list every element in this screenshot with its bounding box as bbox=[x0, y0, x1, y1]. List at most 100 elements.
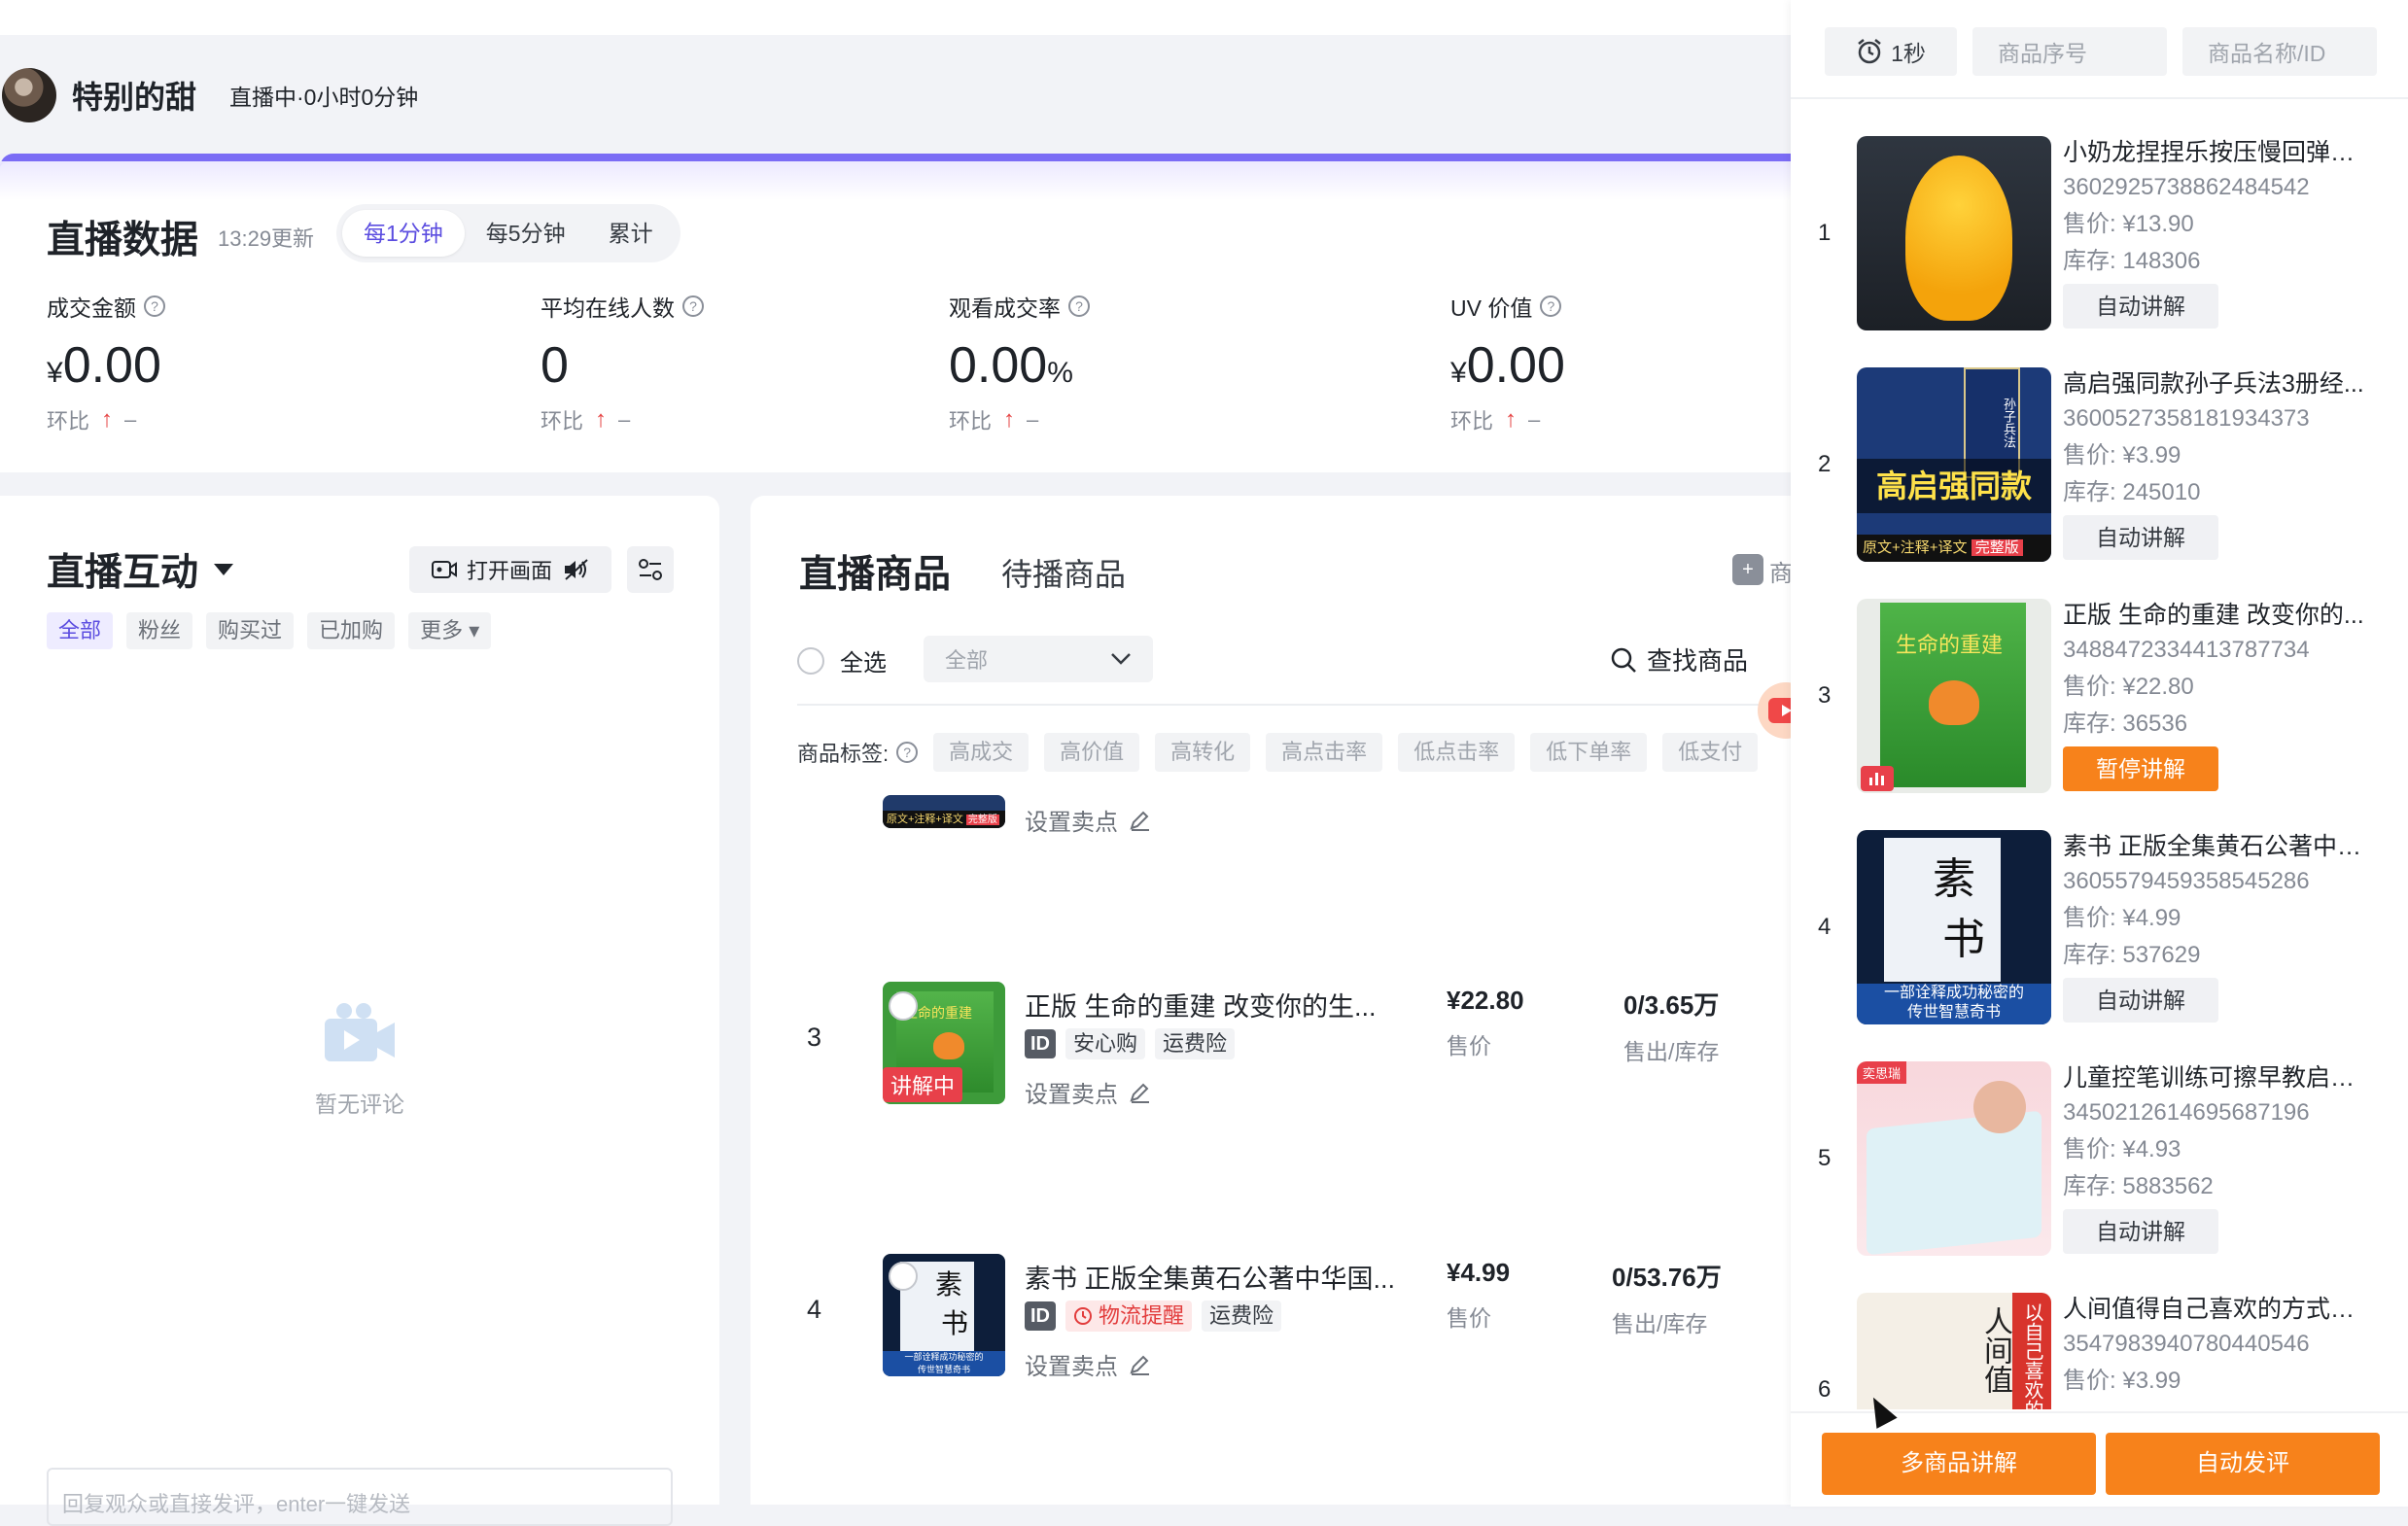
help-icon[interactable]: ? bbox=[144, 295, 165, 317]
currency-prefix: ¥ bbox=[1450, 357, 1467, 389]
product-thumb[interactable]: 生命的重建 讲解中 bbox=[883, 982, 1005, 1104]
product-seq-input[interactable]: 商品序号 bbox=[1972, 27, 2167, 76]
divider bbox=[1791, 97, 2408, 99]
live-data-card: 直播数据 13:29更新 每1分钟 每5分钟 累计 成交金额? ¥0.00 环比… bbox=[0, 154, 1791, 472]
interval-timer[interactable]: 1秒 bbox=[1825, 27, 1957, 76]
up-arrow-icon: ↑ bbox=[101, 406, 114, 433]
set-sell-label: 设置卖点 bbox=[1025, 1354, 1118, 1380]
tab-cumulative[interactable]: 累计 bbox=[587, 210, 675, 257]
filter-fans[interactable]: 粉丝 bbox=[126, 612, 193, 649]
empty-comments: 暂无评论 bbox=[282, 1001, 437, 1119]
tag-low-ctr[interactable]: 低点击率 bbox=[1398, 733, 1516, 772]
badge-logistics-label: 物流提醒 bbox=[1099, 1303, 1185, 1328]
pause-explain-button[interactable]: 暂停讲解 bbox=[2063, 746, 2218, 791]
select-all[interactable]: 全选 bbox=[797, 643, 887, 677]
auto-explain-button[interactable]: 自动讲解 bbox=[2063, 284, 2218, 329]
help-icon[interactable]: ? bbox=[1540, 295, 1562, 317]
product-filter-dropdown[interactable]: 全部 bbox=[924, 636, 1153, 682]
settings-icon bbox=[639, 559, 662, 580]
product-name[interactable]: 正版 生命的重建 改变你的生... bbox=[1025, 986, 1377, 1023]
auto-explain-button[interactable]: 自动讲解 bbox=[2063, 1209, 2218, 1254]
item-number: 5 bbox=[1818, 1145, 1832, 1171]
dropdown-value: 全部 bbox=[945, 648, 989, 673]
help-icon[interactable]: ? bbox=[896, 742, 919, 763]
add-product-icon[interactable]: + bbox=[1732, 554, 1763, 585]
filter-more[interactable]: 更多 ▾ bbox=[408, 612, 492, 649]
panel-product-item[interactable]: 5 奕思瑞 儿童控笔训练可擦早教启蒙... 345021261469568719… bbox=[1791, 1061, 2408, 1293]
price-prefix: 售价: bbox=[2063, 674, 2123, 700]
reply-input[interactable]: 回复观众或直接发评，enter一键发送 bbox=[47, 1468, 673, 1526]
live-badge: 讲解中 bbox=[883, 1067, 963, 1102]
set-selling-point[interactable]: 设置卖点 bbox=[1025, 803, 1151, 837]
metric-label: 平均在线人数 bbox=[541, 295, 675, 321]
multi-product-explain-button[interactable]: 多商品讲解 bbox=[1822, 1433, 2096, 1495]
find-product-button[interactable]: 查找商品 bbox=[1610, 642, 1748, 677]
metric-value: 0 bbox=[541, 337, 569, 394]
tab-every-5min[interactable]: 每5分钟 bbox=[465, 210, 587, 257]
product-name[interactable]: 素书 正版全集黄石公著中华国... bbox=[1025, 1258, 1395, 1296]
set-selling-point[interactable]: 设置卖点 bbox=[1025, 1075, 1151, 1109]
product-badges: ID 物流提醒 运费险 bbox=[1025, 1301, 1282, 1332]
sold-stock-value: 0/3.65万 bbox=[1623, 990, 1720, 1020]
item-stock: 36536 bbox=[2122, 711, 2188, 737]
compare-label: 环比 bbox=[541, 409, 584, 434]
interval-switch: 每1分钟 每5分钟 累计 bbox=[336, 204, 681, 262]
caret-down-icon bbox=[214, 564, 234, 575]
product-name-id-input[interactable]: 商品名称/ID bbox=[2182, 27, 2377, 76]
thumb-corner: 完整版 bbox=[965, 815, 999, 825]
tag-high-conversion[interactable]: 高转化 bbox=[1155, 733, 1251, 772]
stock-prefix: 库存: bbox=[2063, 942, 2123, 968]
panel-product-item-active[interactable]: 3 生命的重建 正版 生命的重建 改变你的... 348847233441378… bbox=[1791, 599, 2408, 830]
panel-product-item[interactable]: 1 小奶龙捏捏乐按压慢回弹解... 3602925738862484542 售价… bbox=[1791, 136, 2408, 367]
tab-every-1min[interactable]: 每1分钟 bbox=[342, 210, 465, 257]
mute-icon[interactable] bbox=[562, 558, 589, 581]
heart-shape bbox=[1929, 680, 1979, 725]
product-thumb: 以自己喜欢的方式过 人间值 bbox=[1857, 1293, 2051, 1409]
tag-high-deal[interactable]: 高成交 bbox=[933, 733, 1030, 772]
sold-stock-label: 售出/库存 bbox=[1623, 1039, 1720, 1064]
edit-icon bbox=[1130, 1355, 1149, 1375]
interaction-title[interactable]: 直播互动 bbox=[47, 542, 234, 597]
compare-value: – bbox=[1528, 407, 1541, 432]
product-thumb[interactable]: 素 书 一部诠释成功秘密的 传世智慧奇书 bbox=[883, 1254, 1005, 1376]
stock-prefix: 库存: bbox=[2063, 1173, 2123, 1199]
item-info: 小奶龙捏捏乐按压慢回弹解... 3602925738862484542 售价: … bbox=[2063, 136, 2374, 329]
help-icon[interactable]: ? bbox=[682, 295, 704, 317]
help-icon[interactable]: ? bbox=[1068, 295, 1090, 317]
item-price: ¥4.99 bbox=[2122, 905, 2181, 931]
tag-high-ctr[interactable]: 高点击率 bbox=[1266, 733, 1383, 772]
item-price: ¥3.99 bbox=[2122, 1368, 2181, 1394]
row-checkbox[interactable] bbox=[889, 1262, 918, 1291]
filter-added-cart[interactable]: 已加购 bbox=[307, 612, 396, 649]
auto-explain-button[interactable]: 自动讲解 bbox=[2063, 515, 2218, 560]
tag-low-order-rate[interactable]: 低下单率 bbox=[1530, 733, 1648, 772]
auto-comment-button[interactable]: 自动发评 bbox=[2106, 1433, 2380, 1495]
filter-all[interactable]: 全部 bbox=[47, 612, 114, 649]
avatar[interactable] bbox=[2, 68, 56, 122]
add-product-label[interactable]: 商 bbox=[1769, 554, 1791, 588]
set-selling-point[interactable]: 设置卖点 bbox=[1025, 1347, 1151, 1381]
tag-high-value[interactable]: 高价值 bbox=[1044, 733, 1140, 772]
stock-prefix: 库存: bbox=[2063, 479, 2123, 505]
set-sell-label: 设置卖点 bbox=[1025, 810, 1118, 836]
row-number: 3 bbox=[807, 1023, 822, 1052]
select-all-checkbox[interactable] bbox=[797, 646, 824, 675]
price-prefix: 售价: bbox=[2063, 1136, 2123, 1162]
up-arrow-icon: ↑ bbox=[595, 406, 608, 433]
auto-explain-button[interactable]: 自动讲解 bbox=[2063, 978, 2218, 1023]
open-screen-button[interactable]: 打开画面 bbox=[409, 546, 611, 593]
item-number: 2 bbox=[1818, 451, 1832, 477]
filter-settings-button[interactable] bbox=[627, 546, 674, 593]
tag-low-payment[interactable]: 低支付 bbox=[1662, 733, 1759, 772]
filter-purchased[interactable]: 购买过 bbox=[206, 612, 295, 649]
tab-live-products[interactable]: 直播商品 bbox=[799, 544, 951, 599]
band-line1: 一部诠释成功秘密的 bbox=[904, 1352, 984, 1362]
item-id: 3450212614695687196 bbox=[2063, 1099, 2310, 1126]
book-side-banner: 以自己喜欢的方式过 bbox=[2012, 1293, 2051, 1409]
row-checkbox[interactable] bbox=[889, 991, 918, 1021]
panel-product-item[interactable]: 4 素 书 一部诠释成功秘密的 传世智慧奇书 素书 正版全集黄石公著中华... 3… bbox=[1791, 830, 2408, 1061]
item-price: ¥4.93 bbox=[2122, 1136, 2181, 1162]
empty-text: 暂无评论 bbox=[315, 1092, 404, 1117]
panel-product-item[interactable]: 2 孙子兵法 高启强同款 原文+注释+译文 完整版 高启强同款孙子兵法3册经..… bbox=[1791, 367, 2408, 599]
tab-pending-products[interactable]: 待播商品 bbox=[1001, 550, 1126, 595]
